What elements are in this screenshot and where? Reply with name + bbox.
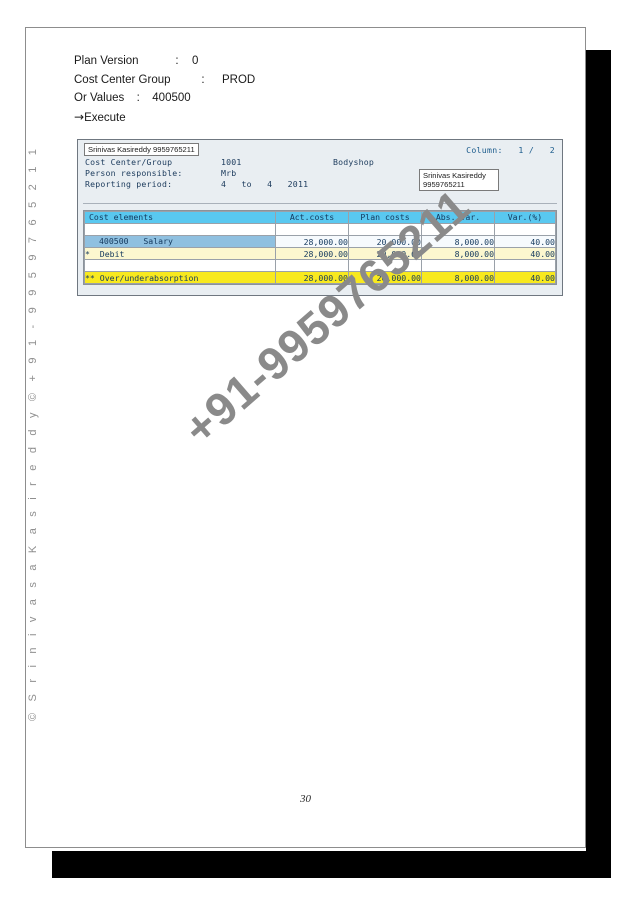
- page-black-band-right: [586, 50, 611, 851]
- instruction-colon-plan-version: :: [175, 55, 179, 67]
- label-person-responsible: Person responsible:: [85, 168, 183, 178]
- instruction-row-execute: →Execute: [74, 108, 534, 127]
- instruction-value-or-values: 400500: [152, 92, 191, 104]
- column-indicator: Column: 1 / 2: [466, 145, 555, 155]
- cell-abs-var: 8,000.00: [421, 247, 495, 260]
- table-row[interactable]: 400500 Salary 28,000.00 20,000.00 8,000.…: [84, 235, 556, 248]
- cell-act-costs: 28,000.00: [275, 247, 349, 260]
- table-row[interactable]: * Debit 28,000.00 20,000.00 8,000.00 40.…: [84, 247, 556, 260]
- page-black-band-bottom: [52, 851, 611, 878]
- instruction-row-plan-version: Plan Version: 0: [74, 52, 534, 71]
- value-reporting-period: 4 to 4 2011: [221, 179, 309, 189]
- instruction-row-or-values: Or Values:400500: [74, 89, 534, 108]
- page-number: 30: [300, 793, 311, 805]
- label-cost-center-group: Cost Center/Group: [85, 157, 173, 167]
- instruction-colon-cost-center-group: :: [201, 73, 205, 86]
- cell-cost-element-name[interactable]: 400500 Salary: [84, 235, 276, 248]
- spacer-cell: [421, 223, 495, 236]
- column-header-abs-var[interactable]: Abs. var.: [421, 211, 495, 224]
- column-header-plan-costs[interactable]: Plan costs: [348, 211, 422, 224]
- sap-report-screenshot: Srinivas Kasireddy 9959765211 Column: 1 …: [77, 139, 563, 296]
- instruction-colon-or-values: :: [136, 92, 140, 104]
- spacer-cell: [348, 259, 422, 272]
- instruction-value-cost-center-group: PROD: [222, 73, 256, 86]
- instruction-label-cost-center-group: Cost Center Group: [74, 73, 171, 86]
- cell-plan-costs: 20,000.00: [348, 235, 422, 248]
- spacer-cell: [275, 223, 349, 236]
- table-spacer-row: [84, 223, 556, 236]
- cell-var-pct: 40.00: [494, 247, 556, 260]
- column-header-cost-elements[interactable]: Cost elements: [84, 211, 276, 224]
- spacer-cell: [348, 223, 422, 236]
- right-arrow-icon: →: [74, 109, 85, 124]
- spacer-cell: [84, 259, 276, 272]
- cell-cost-element-name: ** Over/underabsorption: [84, 271, 276, 284]
- value-cost-center-group: 1001: [221, 157, 242, 167]
- spacer-cell: [494, 259, 556, 272]
- cell-act-costs: 28,000.00: [275, 271, 349, 284]
- instruction-block: Plan Version:0 Cost Center Group: PROD Or…: [74, 52, 534, 126]
- instruction-label-or-values: Or Values: [74, 92, 125, 104]
- instruction-value-plan-version: 0: [192, 55, 199, 67]
- sap-report-header: Srinivas Kasireddy 9959765211 Column: 1 …: [83, 143, 557, 204]
- instruction-label-execute: Execute: [84, 111, 126, 124]
- spacer-cell: [84, 223, 276, 236]
- annotation-box-right: Srinivas Kasireddy 9959765211: [419, 169, 499, 191]
- table-header-row: Cost elements Act.costs Plan costs Abs. …: [84, 211, 556, 224]
- cell-var-pct: 40.00: [494, 271, 556, 284]
- spacer-cell: [494, 223, 556, 236]
- annotation-box-top-left: Srinivas Kasireddy 9959765211: [84, 143, 199, 156]
- cell-var-pct: 40.00: [494, 235, 556, 248]
- cost-elements-table: Cost elements Act.costs Plan costs Abs. …: [84, 211, 556, 284]
- column-header-var-pct[interactable]: Var.(%): [494, 211, 556, 224]
- cell-abs-var: 8,000.00: [421, 235, 495, 248]
- cell-abs-var: 8,000.00: [421, 271, 495, 284]
- instruction-label-plan-version: Plan Version: [74, 55, 139, 67]
- cell-plan-costs: 20,000.00: [348, 247, 422, 260]
- spacer-cell: [421, 259, 495, 272]
- sap-report-grid: Cost elements Act.costs Plan costs Abs. …: [83, 210, 557, 285]
- value-cost-center-description: Bodyshop: [333, 157, 375, 167]
- label-reporting-period: Reporting period:: [85, 179, 173, 189]
- value-person-responsible: Mrb: [221, 168, 237, 178]
- spacer-cell: [275, 259, 349, 272]
- cell-act-costs: 28,000.00: [275, 235, 349, 248]
- cell-plan-costs: 20,000.00: [348, 271, 422, 284]
- table-row[interactable]: ** Over/underabsorption 28,000.00 20,000…: [84, 271, 556, 284]
- table-spacer-row: [84, 259, 556, 272]
- column-header-act-costs[interactable]: Act.costs: [275, 211, 349, 224]
- instruction-row-cost-center-group: Cost Center Group: PROD: [74, 71, 534, 90]
- cell-cost-element-name: * Debit: [84, 247, 276, 260]
